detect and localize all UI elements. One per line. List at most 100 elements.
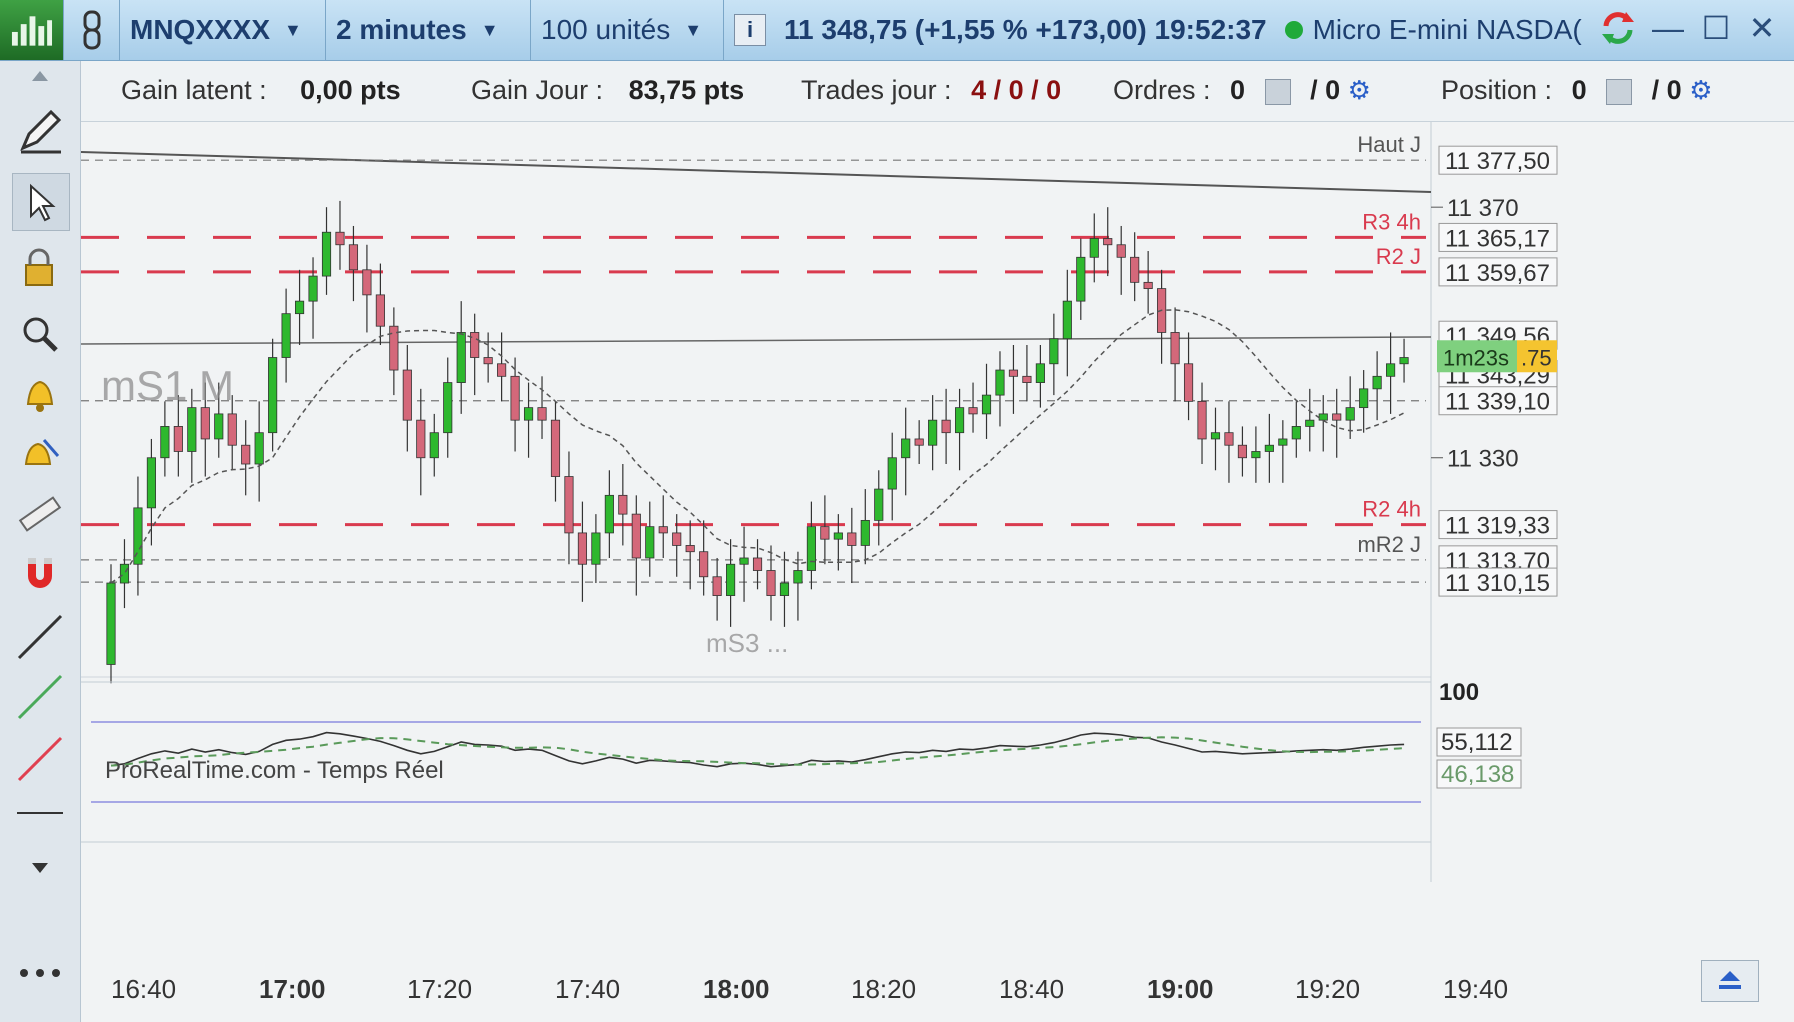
candle-up [604, 494, 614, 534]
refresh-icon[interactable] [1598, 8, 1638, 48]
units-selector[interactable]: 100 unités ▼ [531, 0, 724, 60]
candle-down [348, 244, 359, 271]
price-label: 11 359,67 [1445, 260, 1550, 287]
position-settings-gear-icon[interactable]: ⚙ [1689, 75, 1712, 105]
alert-settings-icon[interactable] [12, 426, 68, 482]
candle-up [1076, 256, 1086, 302]
candle-up [523, 407, 534, 421]
candle-down [1332, 413, 1342, 421]
candle-up [160, 426, 170, 459]
drawing-toolbar [0, 61, 81, 1022]
candle-up [281, 313, 291, 358]
close-orders-icon[interactable] [1264, 78, 1291, 105]
candle-up [1305, 419, 1315, 427]
candle-up [833, 532, 843, 540]
price-tick-label: 11 370 [1447, 195, 1519, 222]
candle-down [766, 570, 776, 596]
candle-up [268, 357, 278, 434]
chevron-down-icon: ▼ [284, 19, 302, 40]
candle-down [577, 532, 588, 565]
position-sep: / 0 [1651, 75, 1682, 105]
overlay-text-ms3: mS3 ... [706, 628, 788, 658]
time-label: 17:40 [555, 974, 620, 1004]
pencil-icon[interactable] [12, 103, 68, 159]
candle-down [375, 294, 385, 327]
symbol-label: MNQXXXX [130, 14, 271, 45]
lock-cursor-icon[interactable] [12, 239, 68, 295]
app-logo[interactable] [0, 0, 64, 60]
price-label: 11 339,10 [1445, 389, 1550, 416]
units-label: 100 unités [541, 14, 671, 45]
candle-down [1197, 400, 1207, 440]
close-button[interactable]: ✕ [1742, 8, 1782, 48]
candle-down [1143, 281, 1153, 290]
chart-canvas[interactable]: Haut J R3 4h R2 J R2 4h mR2 J 11 377,50 11 36… [81, 122, 1794, 1022]
info-icon[interactable]: i [734, 14, 766, 46]
time-label: 16:40 [111, 974, 176, 1004]
chain-link-icon [83, 10, 100, 50]
quote-text: 11 348,75 (+1,55 % +173,00) 19:52:37 [784, 14, 1267, 45]
candle-down [402, 369, 412, 421]
level-name: R2 4h [1362, 497, 1421, 522]
candle-down [712, 576, 722, 596]
ordres: Ordres : 0 / 0 ⚙ [1113, 75, 1371, 106]
ordres-value: 0 [1230, 75, 1246, 105]
symbol-selector[interactable]: MNQXXXX ▼ [120, 0, 326, 60]
candle-down [1008, 369, 1019, 377]
orders-settings-gear-icon[interactable]: ⚙ [1348, 75, 1371, 105]
candle-up [1278, 438, 1288, 446]
price-label: 11 365,17 [1445, 225, 1550, 252]
indicator-value-2: 46,138 [1441, 761, 1514, 788]
candle-up [726, 563, 736, 596]
candle-up [591, 532, 601, 565]
magnet-icon[interactable] [12, 546, 68, 602]
green-line-icon[interactable] [12, 669, 68, 725]
candle-up [793, 570, 803, 584]
more-options-icon[interactable] [12, 961, 68, 985]
candle-up [1251, 451, 1261, 459]
candle-up [254, 432, 264, 465]
minimize-button[interactable]: — [1648, 8, 1688, 48]
candle-up [1089, 238, 1099, 258]
candle-up [954, 407, 965, 434]
candle-up [146, 457, 156, 509]
candle-up [1049, 338, 1059, 365]
zoom-icon[interactable] [12, 306, 68, 362]
expand-panel-icon[interactable] [1701, 960, 1759, 1002]
ruler-icon[interactable] [12, 486, 68, 542]
link-button[interactable] [64, 0, 120, 60]
candle-up [1359, 388, 1369, 409]
candle-down [752, 557, 763, 571]
candle-down [1116, 244, 1126, 258]
overlay-text-ms1: mS1 M [101, 362, 234, 409]
candle-down [1103, 238, 1113, 246]
time-label: 19:20 [1295, 974, 1360, 1004]
maximize-button[interactable]: ☐ [1696, 8, 1736, 48]
candle-down [200, 407, 210, 440]
candle-down [537, 407, 547, 421]
time-label: 18:20 [851, 974, 916, 1004]
candle-up [214, 413, 224, 440]
candle-down [497, 363, 507, 377]
countdown-text: 1m23s [1443, 345, 1509, 370]
instrument-name: Micro E-mini NASDA( [1312, 14, 1582, 45]
timeframe-selector[interactable]: 2 minutes ▼ [326, 0, 531, 60]
black-line-icon[interactable] [12, 609, 68, 665]
time-label: 19:40 [1443, 974, 1508, 1004]
candle-up [645, 526, 655, 559]
candle-up [1264, 444, 1274, 452]
chevron-down-icon: ▼ [480, 19, 499, 40]
level-name: mR2 J [1357, 532, 1421, 557]
close-position-icon[interactable] [1606, 78, 1633, 105]
scroll-up-icon[interactable] [12, 61, 68, 91]
candle-up [806, 526, 816, 571]
horizontal-line-icon[interactable] [12, 803, 68, 823]
candle-up [308, 275, 318, 302]
cursor-icon[interactable] [12, 173, 70, 231]
candle-down [564, 476, 574, 534]
red-line-icon[interactable] [12, 731, 68, 787]
price-chart[interactable]: Haut J R3 4h R2 J R2 4h mR2 J 11 377,50 11 36… [81, 122, 1794, 1022]
candle-up [1062, 300, 1072, 340]
alert-bell-icon[interactable] [12, 366, 68, 422]
scroll-down-icon[interactable] [12, 856, 68, 880]
